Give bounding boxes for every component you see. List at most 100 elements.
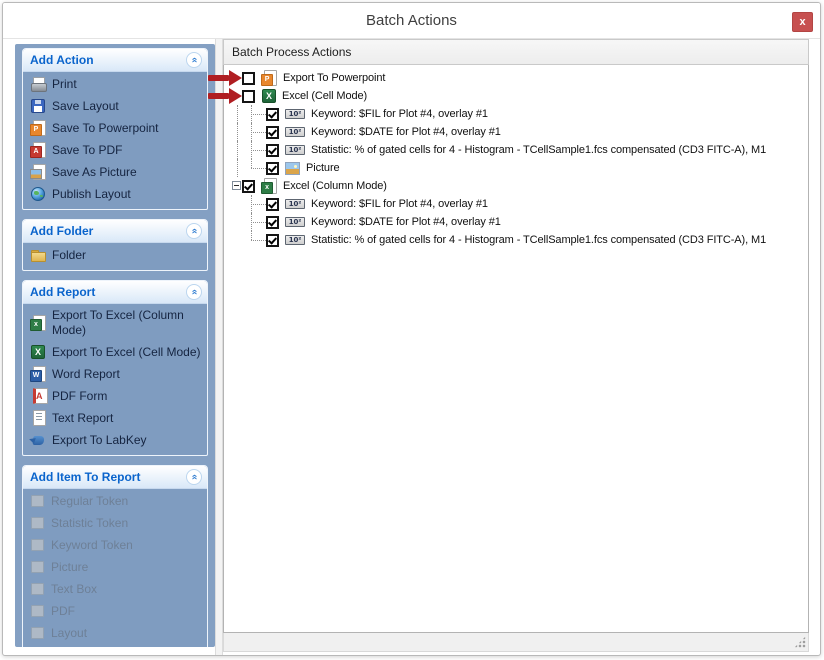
checkbox[interactable] — [266, 198, 279, 211]
sidebar-item-pdf: PDF — [23, 601, 207, 621]
tree-gutter — [228, 87, 242, 105]
window-title: Batch Actions — [3, 3, 820, 39]
floppy-icon — [31, 99, 45, 113]
kw-icon: 10² — [285, 199, 305, 209]
tree-item-label[interactable]: Statistic: % of gated cells for 4 - Hist… — [311, 234, 774, 246]
tree-row[interactable]: 10²Keyword: $FIL for Plot #4, overlay #1 — [228, 105, 808, 123]
sidebar-item-label: Statistic Token — [51, 516, 203, 531]
batch-process-panel: Batch Process Actions Export To Powerpoi… — [223, 39, 809, 652]
sidebar-panel-add-report: Add ReportExport To Excel (Column Mode)E… — [22, 280, 208, 456]
sidebar-item-label: Picture — [51, 560, 203, 575]
kw-icon: 10² — [285, 235, 305, 245]
checkbox[interactable] — [266, 144, 279, 157]
tree-item-label[interactable]: Keyword: $FIL for Plot #4, overlay #1 — [311, 108, 496, 120]
tree-item-label[interactable]: Picture — [306, 162, 348, 174]
tree-line — [237, 105, 238, 123]
tree-row[interactable]: 10² Keyword: $DATE for Plot #4, overlay #… — [228, 123, 808, 141]
panel-header: Add Action — [23, 49, 207, 72]
splitter[interactable] — [215, 39, 223, 655]
sidebar-item-export-to-excel-column-mode[interactable]: Export To Excel (Column Mode) — [23, 306, 207, 340]
tree-connector — [242, 159, 266, 177]
tree-row[interactable]: Export To Powerpoint — [228, 69, 808, 87]
close-button[interactable]: x — [792, 12, 813, 32]
tree-gutter — [228, 213, 242, 231]
layout-icon — [31, 627, 44, 639]
sidebar-item-export-to-excel-cell-mode[interactable]: Export To Excel (Cell Mode) — [23, 342, 207, 362]
collapse-button[interactable] — [186, 284, 202, 300]
sidebar-item-print[interactable]: Print — [23, 74, 207, 94]
sidebar-item-save-to-pdf[interactable]: Save To PDF — [23, 140, 207, 160]
sidebar-item-word-report[interactable]: Word Report — [23, 364, 207, 384]
tree-row[interactable]: 10² Keyword: $DATE for Plot #4, overlay #… — [228, 213, 808, 231]
checkbox[interactable] — [266, 162, 279, 175]
sidebar: Add Action Print Save Layout Save To Powerp… — [15, 44, 215, 647]
expander-minus-icon[interactable] — [232, 181, 241, 190]
checkbox[interactable] — [266, 234, 279, 247]
tree-item-label[interactable]: Statistic: % of gated cells for 4 - Hist… — [311, 144, 774, 156]
sidebar-item-label: Save Layout — [52, 99, 203, 114]
tree-row[interactable]: 10² Keyword: $FIL for Plot #4, overlay #1 — [228, 195, 808, 213]
batch-process-header-label: Batch Process Actions — [232, 45, 351, 59]
sidebar-item-save-as-picture[interactable]: Save As Picture — [23, 162, 207, 182]
checkbox[interactable] — [242, 72, 255, 85]
tree-connector — [242, 231, 266, 249]
sidebar-item-label: Word Report — [52, 367, 203, 382]
sidebar-item-save-layout[interactable]: Save Layout — [23, 96, 207, 116]
sidebar-item-regular-token: Regular Token — [23, 491, 207, 511]
kw-icon: 10² — [285, 217, 305, 227]
tree-item-label[interactable]: Keyword: $FIL for Plot #4, overlay #1 — [311, 198, 496, 210]
sidebar-item-label: PDF — [51, 604, 203, 619]
sidebar-item-label: Print — [52, 77, 203, 92]
tree-row[interactable]: 10² Statistic: % of gated cells for 4 - H… — [228, 141, 808, 159]
checkbox[interactable] — [242, 90, 255, 103]
globe-icon — [31, 187, 45, 201]
sidebar-item-label: Text Box — [51, 582, 203, 597]
sidebar-item-label: Save As Picture — [52, 165, 203, 180]
checkbox[interactable] — [242, 180, 255, 193]
kw-icon: 10² — [285, 145, 305, 155]
checkbox[interactable] — [266, 108, 279, 121]
tree-row[interactable]: Picture — [228, 159, 808, 177]
chevron-up-icon — [189, 57, 199, 63]
printer-icon — [30, 76, 46, 92]
sidebar-item-label: Layout — [51, 626, 203, 641]
folder-icon — [30, 247, 46, 263]
collapse-button[interactable] — [186, 52, 202, 68]
statusbar — [223, 633, 809, 652]
sidebar-panel-add-action: Add Action Print Save Layout Save To Powerp… — [22, 48, 208, 210]
kw-icon: 10² — [285, 127, 305, 137]
pdf-form-icon — [30, 388, 46, 404]
sidebar-item-label: Export To LabKey — [52, 433, 203, 448]
sidebar-item-text-report[interactable]: Text Report — [23, 408, 207, 428]
sidebar-item-export-to-labkey[interactable]: Export To LabKey — [23, 430, 207, 450]
tree-item-label[interactable]: Excel (Cell Mode) — [282, 90, 375, 102]
tree-gutter — [228, 105, 242, 123]
checkbox[interactable] — [266, 216, 279, 229]
excel-icon — [262, 89, 276, 103]
tree-item-label[interactable]: Export To Powerpoint — [283, 72, 393, 84]
tree-row[interactable]: 10² Statistic: % of gated cells for 4 - H… — [228, 231, 808, 249]
collapse-button[interactable] — [186, 223, 202, 239]
sidebar-item-label: Save To Powerpoint — [52, 121, 203, 136]
sidebar-item-save-to-powerpoint[interactable]: Save To Powerpoint — [23, 118, 207, 138]
sidebar-item-pdf-form[interactable]: PDF Form — [23, 386, 207, 406]
tree-row[interactable]: Excel (Cell Mode) — [228, 87, 808, 105]
sidebar-item-publish-layout[interactable]: Publish Layout — [23, 184, 207, 204]
textbox-icon — [31, 583, 44, 595]
sidebar-item-label: Export To Excel (Cell Mode) — [52, 345, 203, 360]
resize-grip-icon[interactable] — [794, 636, 806, 648]
token-icon — [31, 495, 44, 507]
sidebar-item-label: Regular Token — [51, 494, 203, 509]
tree-item-label[interactable]: Keyword: $DATE for Plot #4, overlay #1 — [311, 126, 509, 138]
tree-item-label[interactable]: Excel (Column Mode) — [283, 180, 395, 192]
sidebar-item-label: Keyword Token — [51, 538, 203, 553]
tree-item-label[interactable]: Keyword: $DATE for Plot #4, overlay #1 — [311, 216, 509, 228]
collapse-button[interactable] — [186, 469, 202, 485]
sidebar-item-folder[interactable]: Folder — [23, 245, 207, 265]
text-report-icon — [30, 410, 46, 426]
tree-gutter — [228, 141, 242, 159]
tree-row[interactable]: Excel (Column Mode) — [228, 177, 808, 195]
batch-process-header: Batch Process Actions — [223, 39, 809, 65]
doc-excel-icon — [261, 178, 277, 194]
checkbox[interactable] — [266, 126, 279, 139]
